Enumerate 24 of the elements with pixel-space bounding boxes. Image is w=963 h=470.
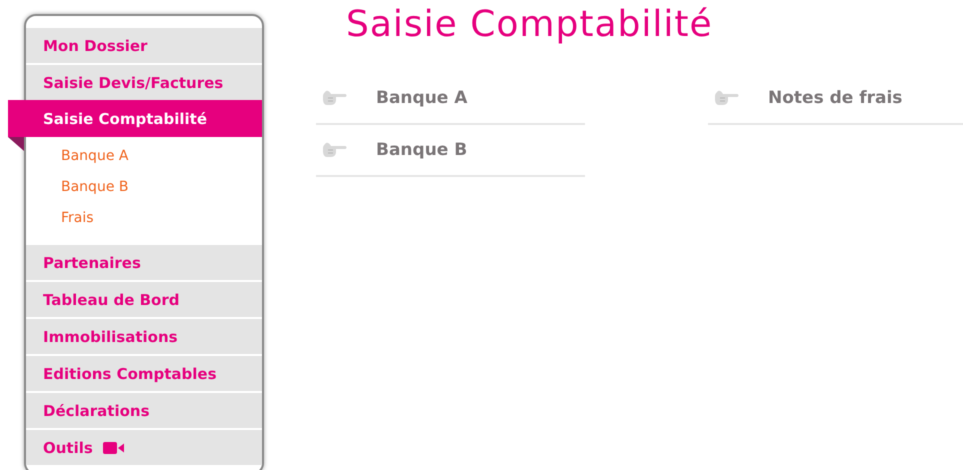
- sidebar-item[interactable]: Immobilisations: [26, 317, 262, 354]
- menu-link[interactable]: Banque B: [316, 125, 585, 177]
- sidebar-item[interactable]: Déclarations: [26, 391, 262, 428]
- sidebar-item[interactable]: Outils: [26, 428, 262, 465]
- sidebar-item[interactable]: Editions Comptables: [26, 354, 262, 391]
- submenu-item[interactable]: Banque B: [26, 171, 262, 202]
- sidebar-item[interactable]: Saisie Devis/Factures: [26, 63, 262, 100]
- sidebar-item-label: Outils: [43, 438, 93, 456]
- pointing-hand-icon: [322, 141, 348, 159]
- video-camera-icon: [102, 442, 125, 454]
- submenu-item[interactable]: Frais: [26, 202, 262, 233]
- sidebar-item[interactable]: Tableau de Bord: [26, 280, 262, 317]
- sidebar-item[interactable]: Saisie Comptabilité: [8, 100, 262, 137]
- menu-link-label: Banque A: [376, 88, 468, 108]
- page-title: Saisie Comptabilité: [345, 4, 713, 45]
- menu-link-label: Banque B: [376, 140, 468, 160]
- pointing-hand-icon: [714, 89, 740, 107]
- menu-link[interactable]: Banque A: [316, 73, 585, 125]
- submenu-item[interactable]: Banque A: [26, 140, 262, 171]
- sidebar-item[interactable]: Mon Dossier: [26, 28, 262, 63]
- menu-link[interactable]: Notes de frais: [708, 73, 963, 125]
- sidebar-item[interactable]: Partenaires: [26, 243, 262, 280]
- menu-link-label: Notes de frais: [768, 88, 902, 108]
- pointing-hand-icon: [322, 89, 348, 107]
